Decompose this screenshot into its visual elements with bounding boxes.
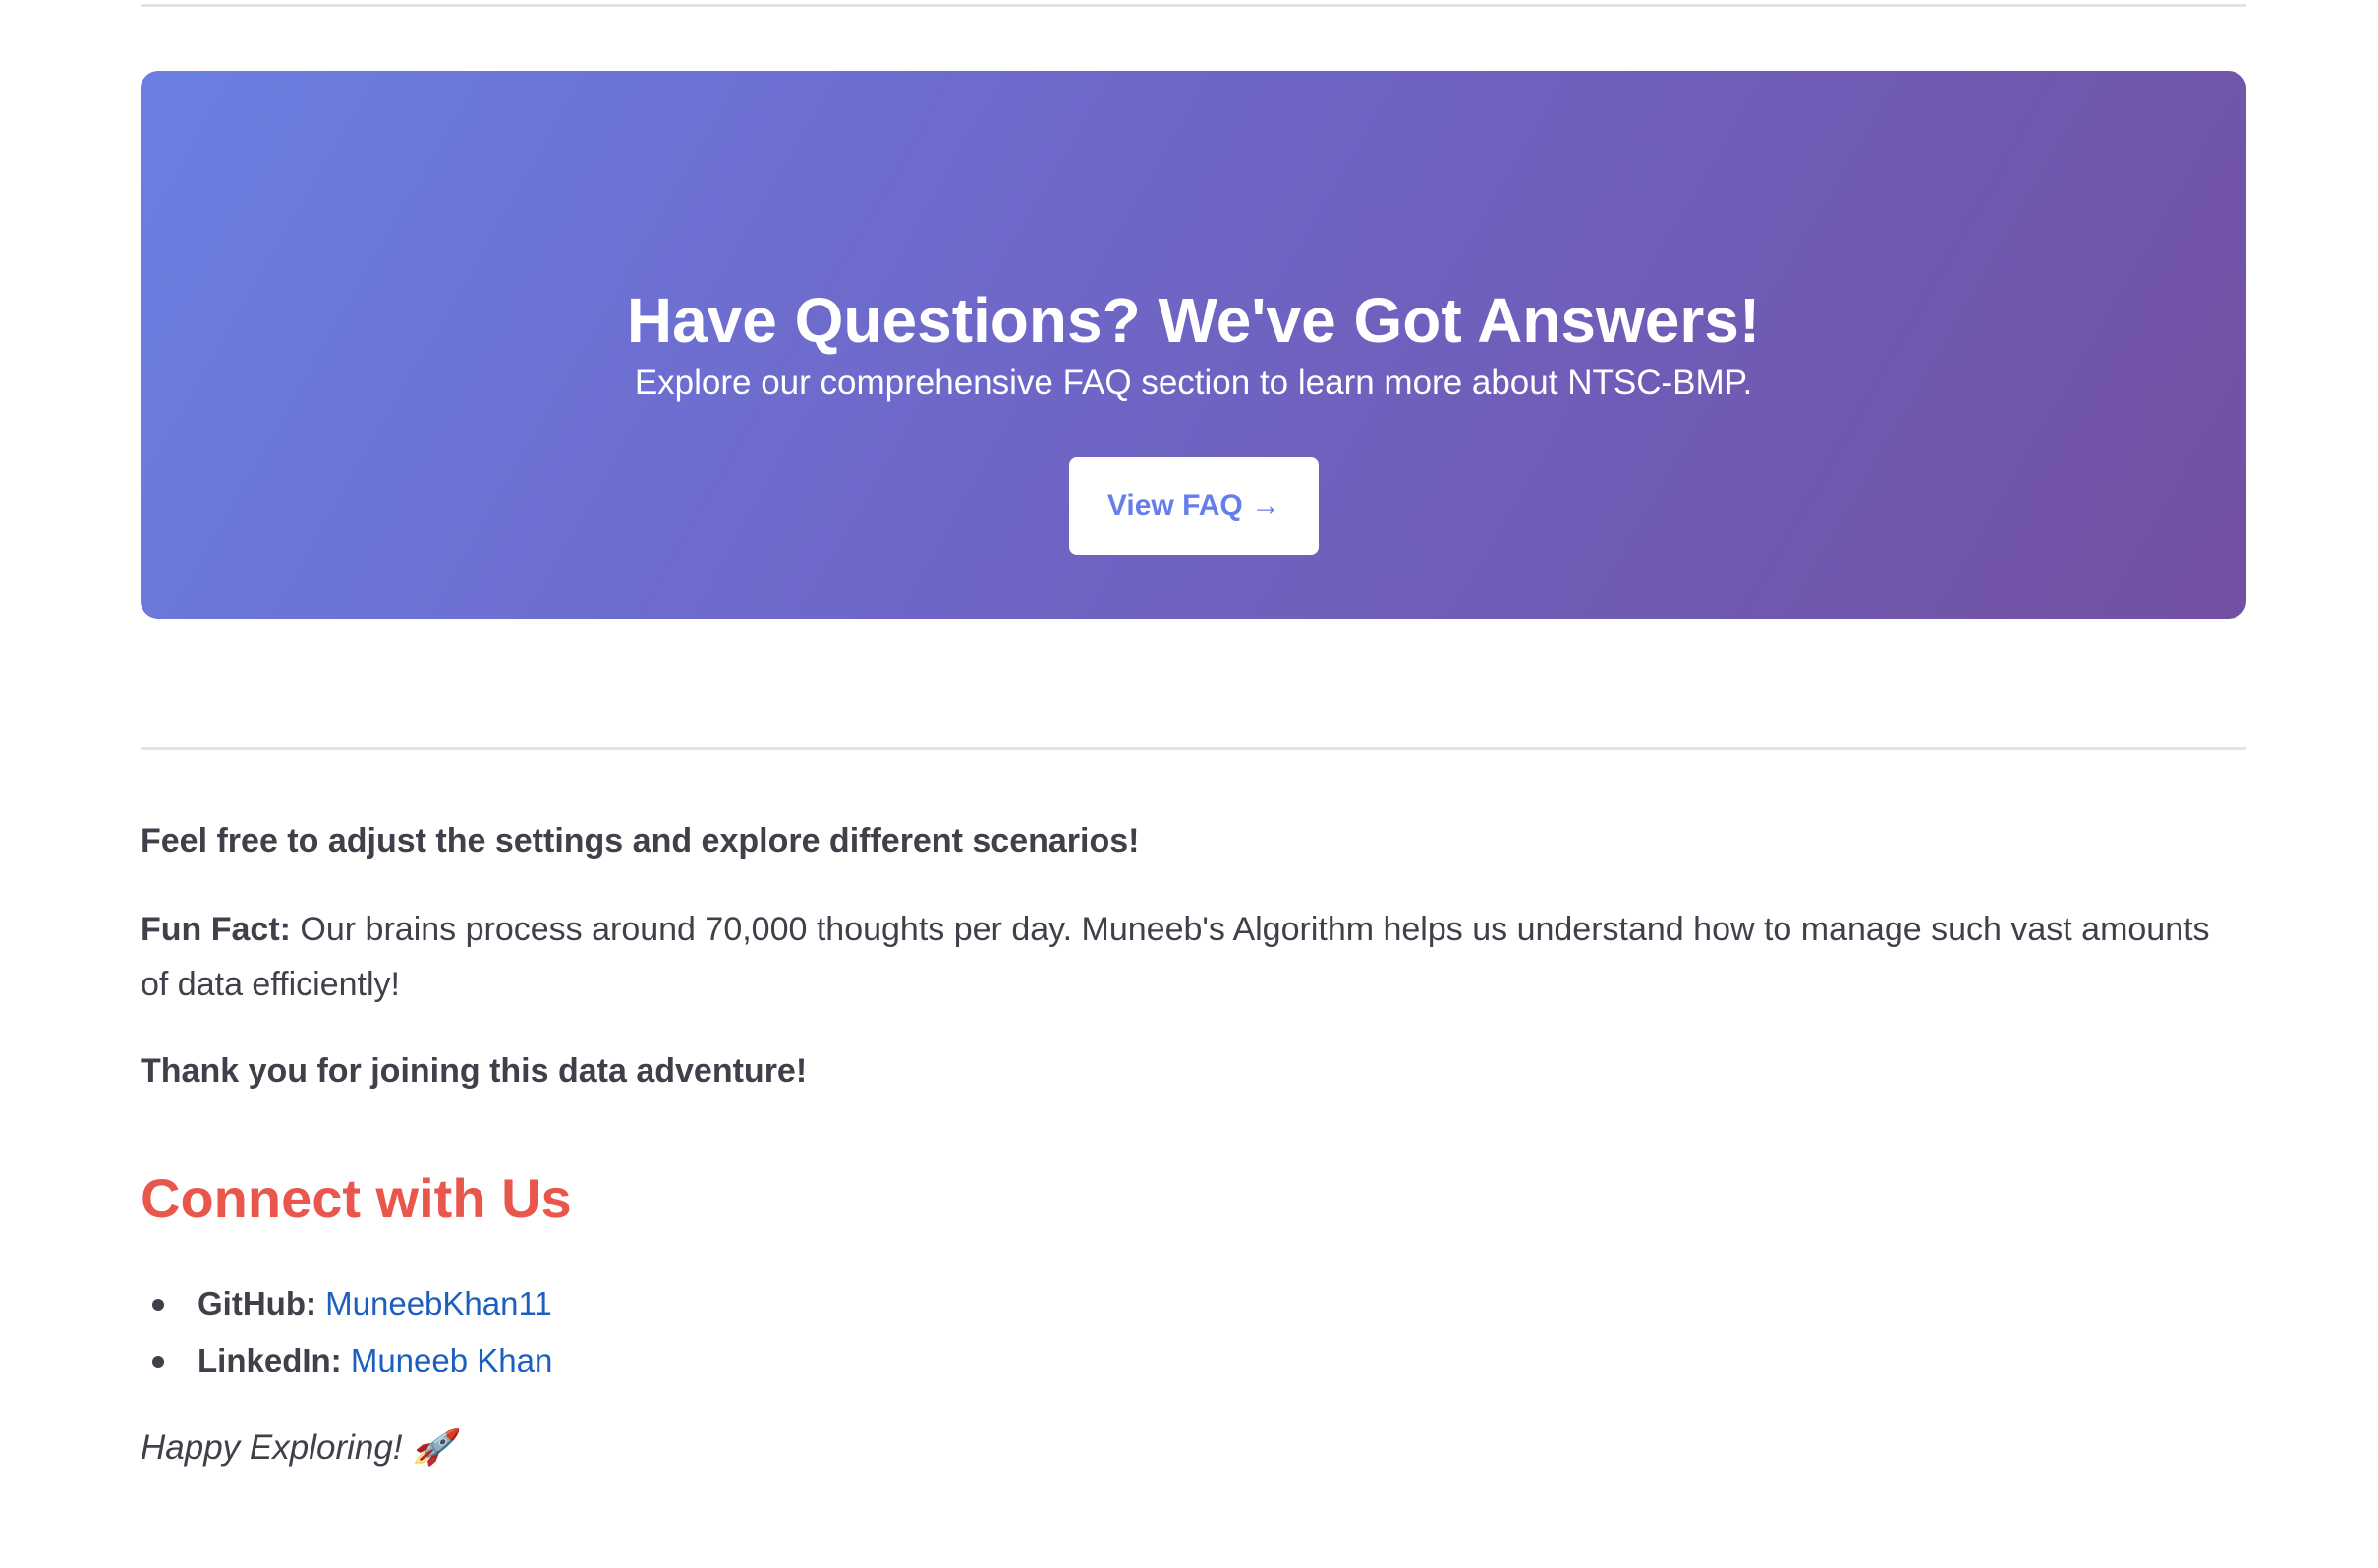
list-item-github: GitHub: MuneebKhan11 [141,1275,552,1332]
linkedin-label: LinkedIn: [198,1342,342,1378]
adjust-settings-text: Feel free to adjust the settings and exp… [141,822,1140,860]
bullet-icon [152,1356,164,1368]
bullet-icon [152,1299,164,1311]
social-links-list: GitHub: MuneebKhan11 LinkedIn: Muneeb Kh… [141,1275,552,1389]
divider-middle [141,747,2246,750]
divider-top [141,4,2246,7]
linkedin-link[interactable]: Muneeb Khan [351,1342,553,1378]
github-label: GitHub: [198,1285,316,1321]
github-link[interactable]: MuneebKhan11 [325,1285,552,1321]
fun-fact-label: Fun Fact: [141,911,291,948]
view-faq-button[interactable]: View FAQ → [1069,457,1319,555]
faq-banner-title: Have Questions? We've Got Answers! [626,285,1761,356]
fun-fact-paragraph: Fun Fact: Our brains process around 70,0… [141,902,2246,1012]
thanks-text: Thank you for joining this data adventur… [141,1052,808,1090]
list-item-linkedin: LinkedIn: Muneeb Khan [141,1332,552,1389]
faq-banner-description: Explore our comprehensive FAQ section to… [634,364,1753,402]
closing-text: Happy Exploring! 🚀 [141,1428,455,1467]
faq-banner: Have Questions? We've Got Answers! Explo… [141,71,2246,619]
fun-fact-text: Our brains process around 70,000 thought… [141,911,2210,1003]
connect-heading: Connect with Us [141,1167,572,1229]
